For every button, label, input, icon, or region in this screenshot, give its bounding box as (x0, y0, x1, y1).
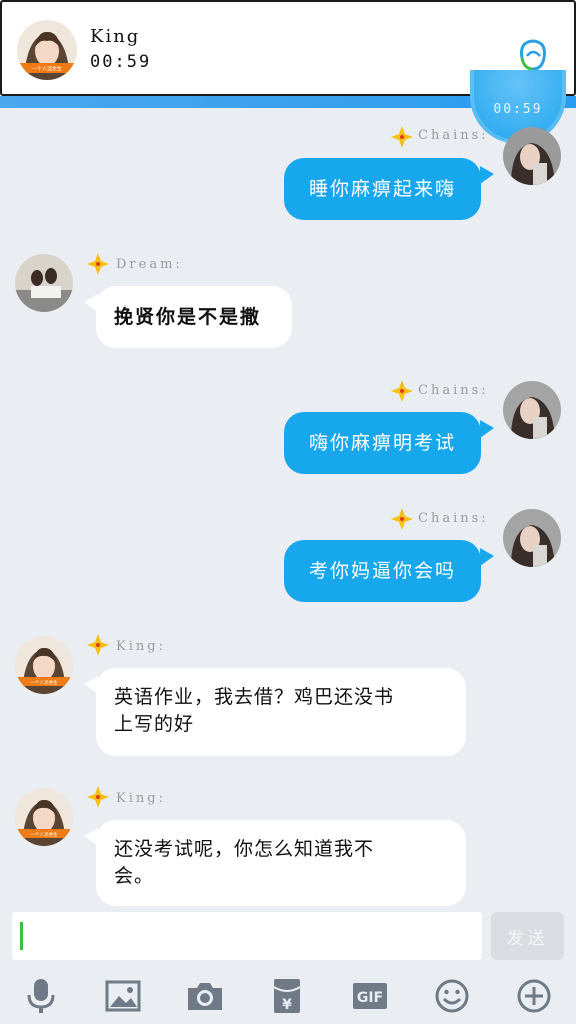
image-icon[interactable] (103, 976, 143, 1016)
sender-avatar[interactable] (15, 254, 73, 312)
bubble-tail (480, 166, 494, 184)
message-bubble[interactable]: 睡你麻痹起来嗨 (284, 158, 481, 220)
message-text-line: 会。 (114, 865, 155, 887)
call-duration: 00:59 (90, 52, 152, 72)
sender-name: King: (116, 791, 166, 806)
star-badge-icon (87, 253, 109, 275)
bubble-tail (480, 548, 494, 566)
bubble-tail (480, 420, 494, 438)
star-badge-icon (87, 634, 109, 656)
message-text-line: 英语作业，我去借？鸡巴还没书 (114, 686, 395, 708)
message-text-line: 还没考试呢，你怎么知道我不 (114, 838, 375, 860)
sender-name: Chains: (418, 383, 489, 398)
input-toolbar: ¥ GIF (0, 966, 576, 1024)
sender-avatar[interactable]: 一个人流余生 (15, 788, 73, 846)
sender-name: Chains: (418, 511, 489, 526)
sender-name: Chains: (418, 128, 489, 143)
message-bubble[interactable]: 考你妈逼你会吗 (284, 540, 481, 602)
message-input[interactable] (12, 912, 482, 960)
message-bubble[interactable]: 英语作业，我去借？鸡巴还没书 上写的好 (96, 668, 466, 756)
svg-text:一个人流余生: 一个人流余生 (30, 679, 58, 686)
contact-name: King (90, 26, 141, 47)
plus-icon[interactable] (514, 976, 554, 1016)
customer-service-icon[interactable] (516, 36, 550, 74)
svg-text:一个人流余生: 一个人流余生 (32, 66, 62, 73)
camera-icon[interactable] (185, 976, 225, 1016)
text-caret (20, 922, 23, 950)
message-bubble[interactable]: 还没考试呢，你怎么知道我不 会。 (96, 820, 466, 906)
star-badge-icon (87, 786, 109, 808)
star-badge-icon (391, 380, 413, 402)
star-badge-icon (391, 126, 413, 148)
svg-text:¥: ¥ (282, 997, 292, 1013)
red-packet-icon[interactable]: ¥ (267, 976, 307, 1016)
message-bubble[interactable]: 挽贤你是不是撒 (96, 286, 292, 348)
star-badge-icon (391, 508, 413, 530)
message-text-line: 上写的好 (114, 713, 195, 735)
gif-icon[interactable]: GIF (350, 976, 390, 1016)
microphone-icon[interactable] (21, 976, 61, 1016)
sender-avatar[interactable] (503, 127, 561, 185)
message-bubble[interactable]: 嗨你麻痹明考试 (284, 412, 481, 474)
sender-avatar[interactable] (503, 509, 561, 567)
svg-text:一个人流余生: 一个人流余生 (30, 831, 58, 838)
sender-name: Dream: (116, 257, 183, 272)
sender-avatar[interactable]: 一个人流余生 (15, 636, 73, 694)
contact-avatar[interactable]: 一个人流余生 (16, 19, 78, 81)
floating-timer-text: 00:59 (493, 102, 543, 117)
sender-name: King: (116, 639, 166, 654)
sender-avatar[interactable] (503, 381, 561, 439)
send-button[interactable]: 发送 (491, 912, 564, 960)
svg-text:GIF: GIF (357, 990, 383, 1006)
emoji-icon[interactable] (432, 976, 472, 1016)
